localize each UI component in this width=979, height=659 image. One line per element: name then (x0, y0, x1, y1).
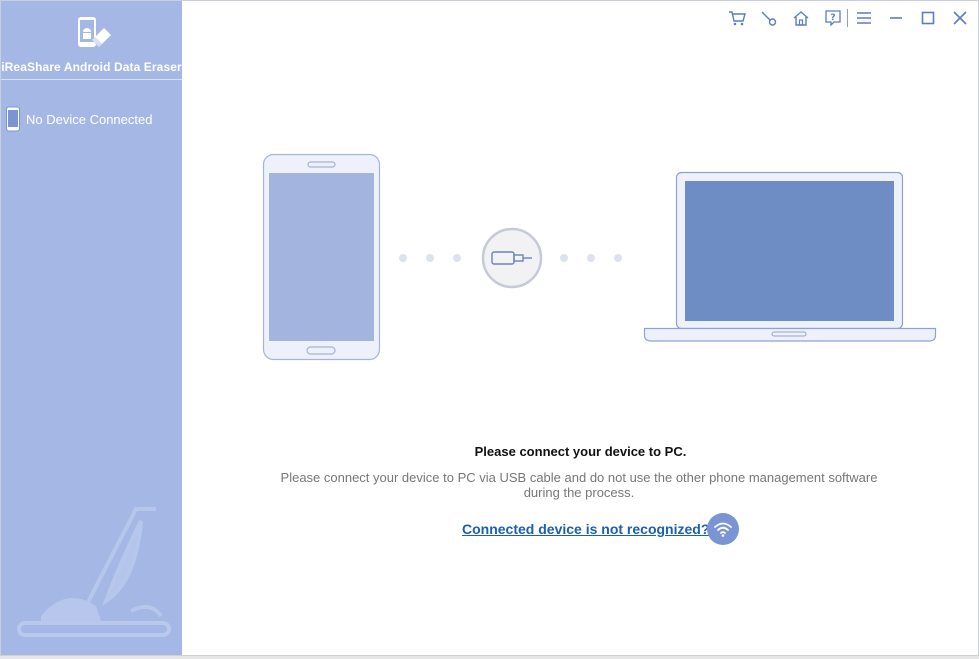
laptop-illustration (643, 171, 937, 342)
connect-instructions: Please connect your device to PC via USB… (280, 470, 878, 500)
device-not-recognized-link[interactable]: Connected device is not recognized? (462, 521, 709, 537)
bottom-edge (0, 655, 979, 659)
usb-cable-icon (481, 227, 543, 289)
wifi-icon (714, 522, 732, 537)
wifi-connect-button[interactable] (707, 513, 739, 545)
connection-dots-right (560, 254, 622, 262)
connect-title: Please connect your device to PC. (474, 444, 687, 459)
eraser-decoration-icon (17, 507, 171, 637)
phone-illustration (262, 153, 381, 361)
connection-dots-left (399, 254, 461, 262)
app-window: iReaShare Android Data Eraser No Device … (0, 0, 979, 659)
connection-illustration (262, 153, 937, 361)
